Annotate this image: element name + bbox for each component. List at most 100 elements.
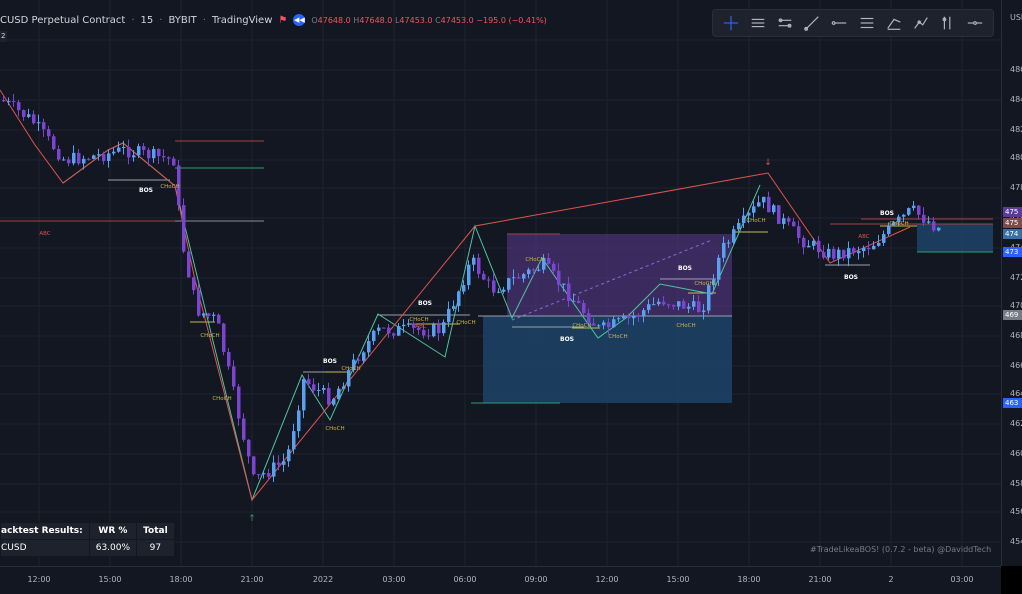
candle-body	[587, 313, 591, 324]
candle-body	[832, 248, 836, 259]
candle-body	[272, 462, 276, 477]
choch-label: CHoCH	[325, 426, 344, 432]
table-cell: 97	[136, 539, 175, 557]
candle-body	[142, 146, 146, 150]
price-axis[interactable]: USD 486484482480478476474472470468466464…	[1001, 0, 1022, 566]
candle-body	[52, 136, 56, 150]
candle-body	[262, 473, 266, 475]
indicator-legend-label[interactable]: 2	[0, 31, 7, 42]
choch-label: CHoCH	[608, 334, 627, 340]
candle-body	[452, 306, 456, 309]
flag-icon[interactable]: ⚑	[278, 15, 287, 26]
bos-label: BOS	[139, 187, 153, 194]
candle-body	[492, 280, 496, 293]
vertical-line-icon[interactable]	[938, 13, 958, 33]
chart-area[interactable]: BOS BOS BOS BOS BOS BOS BOS CHoCH CHoCH CHoCH CHoC…	[0, 0, 1001, 566]
candle-body	[912, 205, 916, 209]
price-tick: 470	[1010, 301, 1022, 310]
candle-body	[217, 314, 221, 324]
candle-body	[182, 205, 186, 252]
candle-body	[397, 326, 401, 336]
brush-icon[interactable]	[884, 13, 904, 33]
data-source: TradingView	[211, 14, 273, 26]
candle-body	[432, 324, 436, 337]
candle-body	[927, 221, 931, 223]
candle-body	[327, 388, 331, 405]
time-tick: 15:00	[666, 575, 690, 584]
symbol-name[interactable]: CUSD Perpetual Contract	[0, 15, 125, 26]
candle-body	[97, 154, 101, 156]
price-tick: 472	[1010, 273, 1022, 282]
candle-body	[937, 227, 941, 231]
candle-body	[707, 285, 711, 311]
candle-body	[647, 304, 651, 311]
interval[interactable]: 15	[141, 15, 154, 26]
candle-body	[617, 318, 621, 320]
candle-body	[552, 263, 556, 271]
dash-line-icon[interactable]	[965, 13, 985, 33]
candle-body	[137, 146, 141, 156]
candle-body	[152, 149, 156, 159]
price-label: 469	[1003, 310, 1022, 320]
candle-body	[307, 379, 311, 385]
candle-body	[372, 330, 376, 342]
horizontal-ray-icon[interactable]	[829, 13, 849, 33]
price-tick: 478	[1010, 183, 1022, 192]
choch-label: CHoCH	[746, 218, 765, 224]
candle-body	[877, 242, 881, 246]
rewind-icon[interactable]: ◀◀	[293, 14, 306, 26]
candle-body	[497, 291, 501, 293]
candle-body	[292, 431, 296, 450]
table-row: CUSD 63.00% 97	[0, 539, 175, 557]
candle-body	[117, 147, 121, 152]
time-axis[interactable]: 12:00 15:00 18:00 21:00 2022 03:00 06:00 09:00 1…	[0, 566, 1001, 594]
price-tick: 484	[1010, 95, 1022, 104]
candle-body	[862, 247, 866, 252]
candle-body	[607, 322, 611, 328]
demand-zone	[483, 316, 732, 403]
candle-body	[222, 323, 226, 353]
candle-body	[107, 153, 111, 161]
parallel-channel-icon[interactable]	[775, 13, 795, 33]
candle-body	[737, 223, 741, 230]
choch-label: CHoCH	[525, 257, 544, 263]
cross-line-icon[interactable]	[721, 13, 741, 33]
candle-body	[502, 289, 506, 292]
candle-body	[837, 249, 841, 259]
candle-body	[762, 196, 766, 203]
candle-body	[767, 196, 771, 213]
fib-lines-icon[interactable]	[857, 13, 877, 33]
price-tick: 454	[1010, 537, 1022, 546]
table-cell: CUSD	[0, 539, 90, 557]
candle-body	[287, 449, 291, 462]
candle-body	[167, 157, 171, 159]
candle-body	[7, 101, 11, 103]
candle-body	[387, 327, 391, 334]
horizontal-lines-icon[interactable]	[748, 13, 768, 33]
abc-label: ABC	[858, 234, 869, 240]
indicator-watermark: #TradeLikeaBOS! (0.7.2 - beta) @DaviddTe…	[810, 545, 992, 554]
candle-body	[77, 152, 81, 164]
candle-body	[477, 257, 481, 274]
candle-body	[612, 319, 616, 328]
candle-body	[692, 301, 696, 307]
time-tick: 03:00	[382, 575, 406, 584]
path-icon[interactable]	[911, 13, 931, 33]
table-header-cell: Total	[136, 522, 175, 540]
candle-body	[317, 389, 321, 391]
candle-body	[232, 366, 236, 387]
candle-body	[2, 100, 6, 102]
candle-body	[852, 248, 856, 254]
choch-label: CHoCH	[572, 323, 591, 329]
choch-label: CHoCH	[160, 184, 179, 190]
price-chart[interactable]: BOS BOS BOS BOS BOS BOS BOS CHoCH CHoCH CHoCH CHoC…	[0, 0, 1001, 566]
candle-body	[702, 310, 706, 313]
trend-line-icon[interactable]	[802, 13, 822, 33]
zigzag-line	[0, 89, 911, 502]
candle-body	[557, 270, 561, 285]
down-arrow-marker: ↓	[764, 158, 772, 168]
choch-label: CHoCH	[200, 333, 219, 339]
candle-body	[722, 242, 726, 258]
price-tick: 466	[1010, 361, 1022, 370]
candle-body	[627, 316, 631, 319]
